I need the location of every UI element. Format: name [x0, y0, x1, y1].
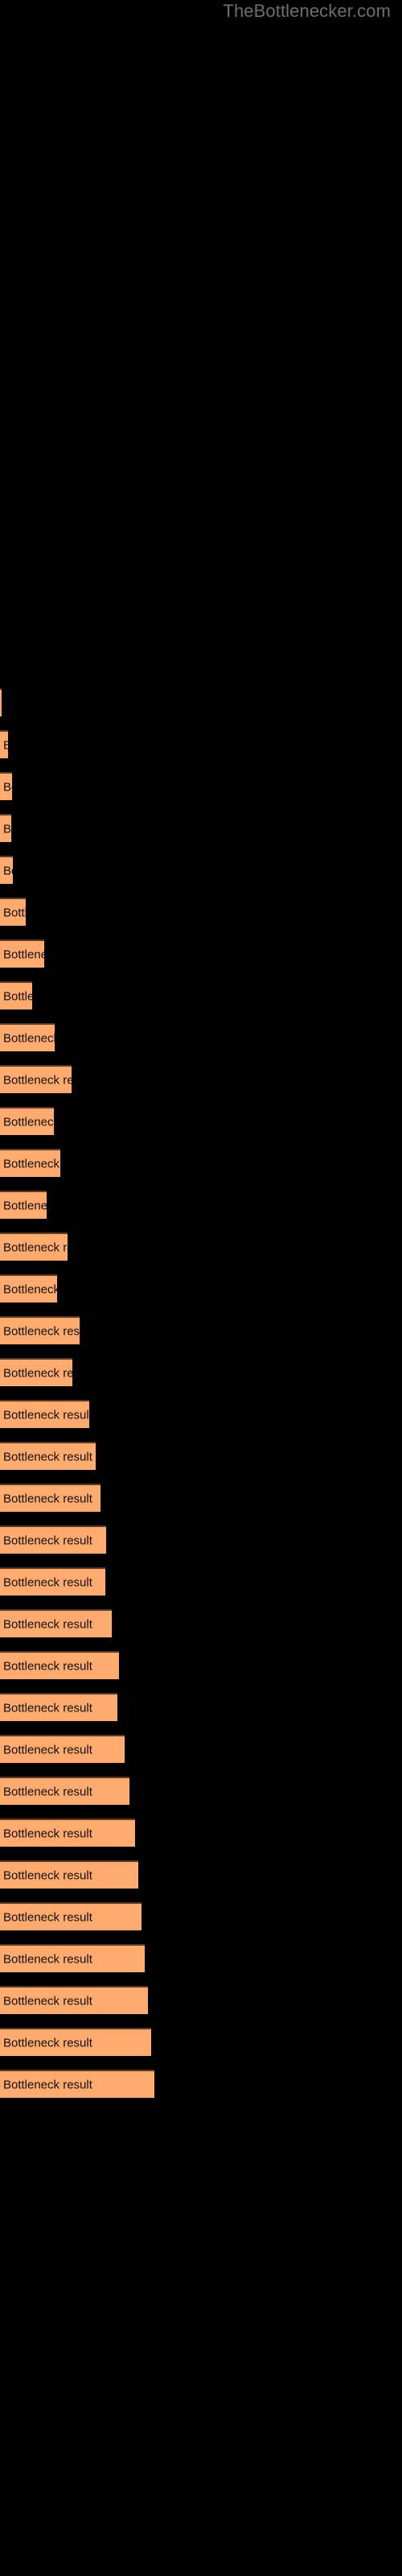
bar-label: Bottleneck result — [3, 1031, 55, 1045]
bar: Bottleneck result — [0, 1693, 117, 1721]
bar: Bottleneck result — [0, 688, 2, 716]
bar-label: Bottleneck result — [3, 1450, 92, 1463]
bar-label: Bottleneck result — [3, 1827, 92, 1840]
bar: Bottleneck result — [0, 1777, 129, 1805]
bar-label: Bottleneck result — [3, 1868, 92, 1882]
bar: Bottleneck result — [0, 1065, 72, 1093]
bar: Bottleneck result — [0, 1149, 60, 1177]
bar: Bottleneck result — [0, 2028, 151, 2056]
bar: Bottleneck result — [0, 1232, 68, 1261]
bar-label: Bottleneck result — [3, 1324, 80, 1338]
bar: Bottleneck result — [0, 1484, 100, 1512]
bar-label: Bottleneck result — [3, 906, 26, 919]
bar-label: Bottleneck result — [3, 2078, 92, 2091]
bar-label: Bottleneck result — [3, 1575, 92, 1589]
bar: Bottleneck result — [0, 1818, 135, 1847]
bar-label: Bottleneck result — [3, 2036, 92, 2050]
bar: Bottleneck result — [0, 1107, 54, 1135]
bar-label: Bottleneck result — [3, 947, 44, 961]
bar: Bottleneck result — [0, 1442, 96, 1470]
bar: Bottleneck result — [0, 856, 13, 884]
bar: Bottleneck result — [0, 1860, 138, 1889]
bar-label: Bottleneck result — [3, 1785, 92, 1798]
bar: Bottleneck result — [0, 2070, 154, 2098]
bar-label: Bottleneck result — [3, 738, 8, 752]
bar: Bottleneck result — [0, 1986, 148, 2014]
bar-label: Bottleneck result — [3, 1492, 92, 1505]
bar-label: Bottleneck result — [3, 1952, 92, 1966]
bar: Bottleneck result — [0, 898, 26, 926]
bar: Bottleneck result — [0, 730, 8, 758]
bar-label: Bottleneck result — [3, 1282, 57, 1296]
bar-label: Bottleneck result — [3, 822, 11, 836]
bar: Bottleneck result — [0, 1023, 55, 1051]
bar: Bottleneck result — [0, 772, 12, 800]
bar-label: Bottleneck result — [3, 1910, 92, 1924]
bar: Bottleneck result — [0, 1651, 119, 1679]
bar-label: Bottleneck result — [3, 1366, 72, 1380]
bar-label: Bottleneck result — [3, 1659, 92, 1673]
bar: Bottleneck result — [0, 814, 11, 842]
bar-label: Bottleneck result — [3, 1617, 92, 1631]
bar-label: Bottleneck result — [3, 864, 13, 877]
bar-label: Bottleneck result — [3, 1701, 92, 1715]
bar: Bottleneck result — [0, 1735, 125, 1763]
bar-label: Bottleneck result — [3, 1241, 68, 1254]
bar: Bottleneck result — [0, 1316, 80, 1344]
bar-label: Bottleneck result — [3, 1994, 92, 2008]
bar: Bottleneck result — [0, 1358, 72, 1386]
bar: Bottleneck result — [0, 1567, 105, 1596]
bar: Bottleneck result — [0, 1902, 142, 1930]
bar: Bottleneck result — [0, 1944, 145, 1972]
bar-label: Bottleneck result — [3, 1115, 54, 1129]
bar: Bottleneck result — [0, 1609, 112, 1637]
bar-label: Bottleneck result — [3, 780, 12, 794]
bar: Bottleneck result — [0, 1191, 47, 1219]
bar: Bottleneck result — [0, 1400, 89, 1428]
bar: Bottleneck result — [0, 1274, 57, 1302]
bar-label: Bottleneck result — [3, 989, 32, 1003]
page-root: TheBottlenecker.com Bottleneck resultBot… — [0, 0, 402, 2576]
bar-label: Bottleneck result — [3, 1157, 60, 1170]
bar: Bottleneck result — [0, 981, 32, 1009]
bottleneck-bar-chart: Bottleneck result Bottleneck result Bottle… — [0, 0, 402, 2576]
bar-label: Bottleneck result — [3, 1534, 92, 1547]
bar: Bottleneck result — [0, 939, 44, 968]
bar-label: Bottleneck result — [3, 1743, 92, 1757]
bar-label: Bottleneck result — [3, 1408, 89, 1422]
bar: Bottleneck result — [0, 1525, 106, 1554]
bar-label: Bottleneck result — [3, 1199, 47, 1212]
bar-label: Bottleneck result — [3, 1073, 72, 1087]
